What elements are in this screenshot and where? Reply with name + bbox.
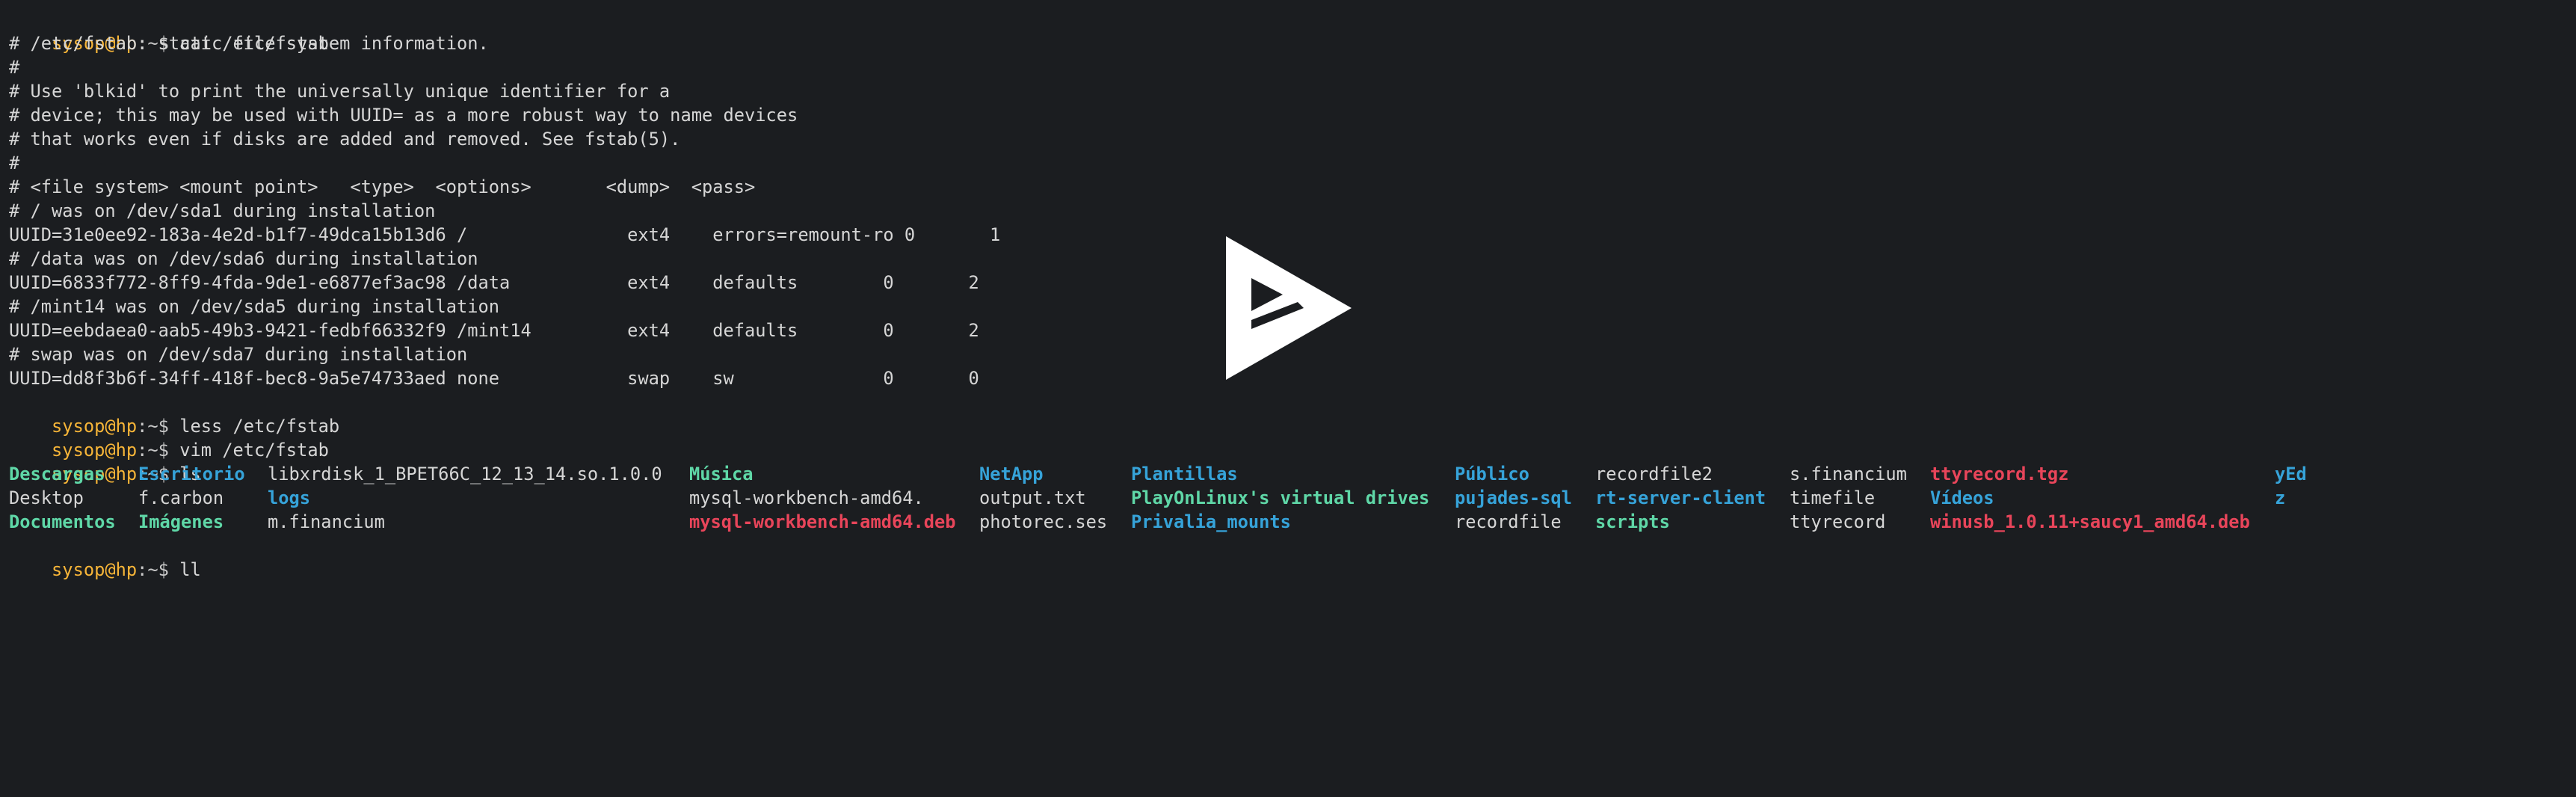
ls-row: Desktop f.carbon logs mysql-workbench-am… — [9, 486, 2566, 510]
output-line: # <file system> <mount point> <type> <op… — [9, 176, 756, 197]
ls-entry: Desktop — [9, 487, 84, 508]
prompt-sep: :~$ — [137, 416, 180, 437]
prompt-user: sysop@hp — [52, 440, 138, 461]
ls-entry: photorec.ses — [979, 511, 1108, 532]
ls-entry: scripts — [1595, 511, 1670, 532]
prompt-user: sysop@hp — [52, 559, 138, 580]
ls-entry: s.financium — [1790, 464, 1907, 484]
ls-entry: Descargas — [9, 464, 105, 484]
ls-entry: mysql-workbench-amd64.deb — [689, 511, 956, 532]
ls-entry: Privalia_mounts — [1131, 511, 1291, 532]
output-line: # — [9, 57, 20, 78]
ls-entry: rt-server-client — [1595, 487, 1766, 508]
command-text: less /etc/fstab — [179, 416, 340, 437]
prompt-line: sysop@hp:~$ vim /etc/fstab — [9, 414, 2566, 461]
ls-entry: z — [2275, 487, 2286, 508]
play-icon[interactable] — [1226, 236, 1352, 380]
command-text: ll — [179, 559, 201, 580]
output-line: # — [9, 153, 20, 173]
ls-entry: recordfile2 — [1595, 464, 1713, 484]
ls-entry: logs — [268, 487, 311, 508]
ls-entry: Público — [1455, 464, 1529, 484]
ls-entry: output.txt — [979, 487, 1086, 508]
prompt-user: sysop@hp — [52, 416, 138, 437]
ls-entry: Documentos — [9, 511, 116, 532]
prompt-line: sysop@hp:~$ ls — [9, 438, 2566, 484]
ls-entry: Escritorio — [138, 464, 245, 484]
ls-row: Descargas Escritorio libxrdisk_1_BPET66C… — [9, 462, 2566, 486]
output-line: # Use 'blkid' to print the universally u… — [9, 81, 671, 102]
prompt-line: sysop@hp:~$ less /etc/fstab — [9, 390, 2566, 437]
prompt-line[interactable]: sysop@hp:~$ ll — [9, 534, 2566, 580]
ls-entry: winusb_1.0.11+saucy1_amd64.deb — [1930, 511, 2250, 532]
ls-row: Documentos Imágenes m.financium mysql-wo… — [9, 510, 2566, 534]
ls-entry: mysql-workbench-amd64. — [689, 487, 924, 508]
ls-entry: Música — [689, 464, 754, 484]
output-line: # that works even if disks are added and… — [9, 129, 681, 150]
output-line: # /etc/fstab: static file system informa… — [9, 33, 489, 54]
ls-entry: Vídeos — [1930, 487, 1994, 508]
ls-entry: ttyrecord — [1790, 511, 1886, 532]
ls-entry: yEd — [2275, 464, 2307, 484]
ls-entry: PlayOnLinux's virtual drives — [1131, 487, 1430, 508]
ls-entry: timefile — [1790, 487, 1876, 508]
command-text: vim /etc/fstab — [179, 440, 329, 461]
ls-entry: Imágenes — [138, 511, 224, 532]
ls-entry: NetApp — [979, 464, 1044, 484]
output-line: # device; this may be used with UUID= as… — [9, 105, 798, 126]
ls-entry: pujades-sql — [1455, 487, 1572, 508]
prompt-line: sysop@hp:~$ cat /etc/fstab — [9, 7, 2566, 54]
prompt-sep: :~$ — [137, 440, 180, 461]
ls-entry: m.financium — [268, 511, 385, 532]
ls-entry: Plantillas — [1131, 464, 1238, 484]
prompt-sep: :~$ — [137, 559, 180, 580]
ls-entry: libxrdisk_1_BPET66C_12_13_14.so.1.0.0 — [268, 464, 662, 484]
ls-entry: ttyrecord.tgz — [1930, 464, 2069, 484]
ls-entry: f.carbon — [138, 487, 224, 508]
output-line: # / was on /dev/sda1 during installation — [9, 200, 436, 221]
ls-entry: recordfile — [1455, 511, 1562, 532]
